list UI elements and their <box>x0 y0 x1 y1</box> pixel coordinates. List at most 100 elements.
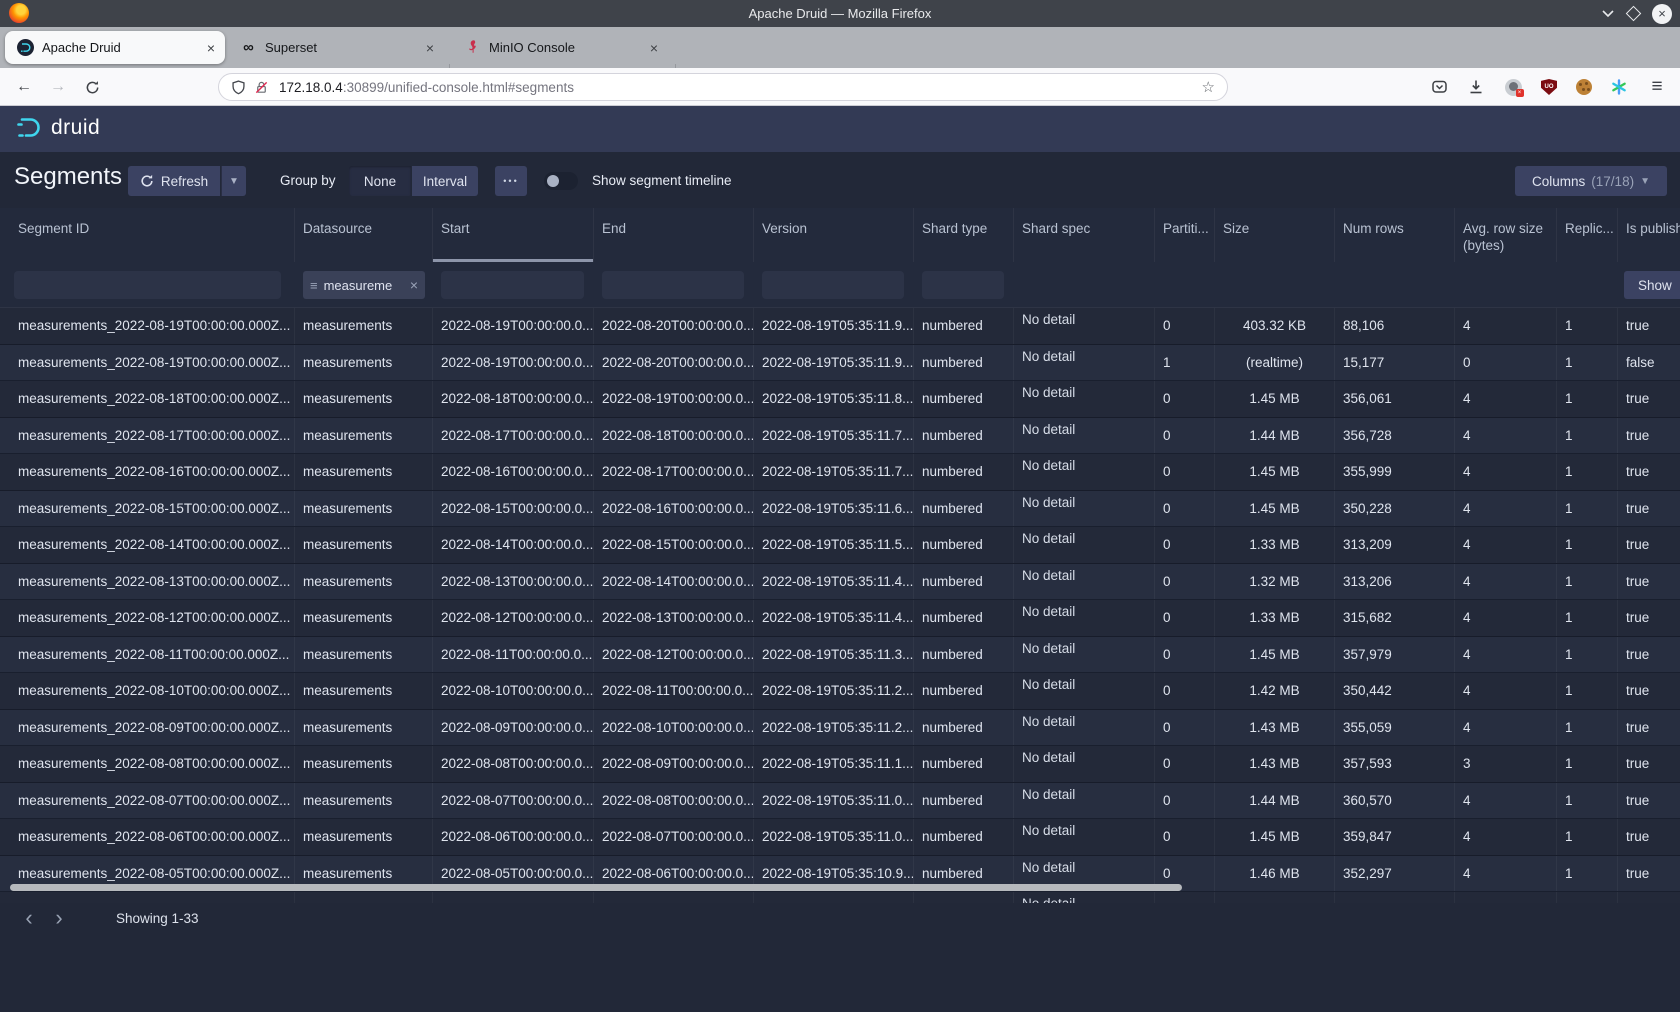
cell-avg-row-size: 4 <box>1455 381 1557 417</box>
table-row[interactable]: measurements_2022-08-19T00:00:00.000Z...… <box>0 345 1680 382</box>
tab-minio-console[interactable]: MinIO Console × <box>452 31 668 64</box>
cell-num-rows: 355,059 <box>1335 710 1455 746</box>
forward-button[interactable]: → <box>46 75 70 99</box>
cell-avg-row-size: 4 <box>1455 819 1557 855</box>
cell-start: 2022-08-06T00:00:00.0... <box>433 819 594 855</box>
table-row[interactable]: measurements_2022-08-15T00:00:00.000Z...… <box>0 491 1680 528</box>
extension-account-icon[interactable]: × <box>1502 76 1524 98</box>
cell-is-published: true <box>1618 454 1680 490</box>
table-row[interactable]: measurements_2022-08-17T00:00:00.000Z...… <box>0 418 1680 455</box>
shard-type-filter-input[interactable] <box>922 271 1004 299</box>
tab-close-icon[interactable]: × <box>426 40 434 56</box>
cell-segment-id: measurements_2022-08-17T00:00:00.000Z... <box>0 418 295 454</box>
remove-filter-icon[interactable]: × <box>410 277 418 293</box>
end-filter-input[interactable] <box>602 271 744 299</box>
downloads-icon[interactable] <box>1465 76 1487 98</box>
ublock-origin-icon[interactable]: UO <box>1538 76 1560 98</box>
cell-size: 1.42 MB <box>1215 673 1335 709</box>
is-published-filter-button[interactable]: Show <box>1624 271 1680 299</box>
window-titlebar: Apache Druid — Mozilla Firefox × <box>0 0 1680 27</box>
cell-end: 2022-08-15T00:00:00.0... <box>594 527 754 563</box>
cell-replicas: 1 <box>1557 381 1618 417</box>
reload-button[interactable] <box>80 75 104 99</box>
cell-datasource: measurements <box>295 454 433 490</box>
window-close-button[interactable]: × <box>1652 4 1672 24</box>
table-row[interactable]: measurements_2022-08-10T00:00:00.000Z...… <box>0 673 1680 710</box>
segment-timeline-toggle[interactable] <box>544 172 578 190</box>
cell-partition: 1 <box>1155 345 1215 381</box>
refresh-button[interactable]: Refresh <box>128 166 220 196</box>
cell-is-published: true <box>1618 783 1680 819</box>
cell-shard-type: numbered <box>914 819 1014 855</box>
column-header-num-rows[interactable]: Num rows <box>1335 208 1455 262</box>
column-header-end[interactable]: End <box>594 208 754 262</box>
cell-avg-row-size: 4 <box>1455 308 1557 344</box>
pocket-icon[interactable] <box>1428 76 1450 98</box>
cell-replicas: 1 <box>1557 564 1618 600</box>
colorful-asterisk-extension-icon[interactable] <box>1608 76 1630 98</box>
url-bar[interactable]: 172.18.0.4:30899/unified-console.html#se… <box>218 73 1228 101</box>
column-header-shard-spec[interactable]: Shard spec <box>1014 208 1155 262</box>
group-by-interval-button[interactable]: Interval <box>412 166 478 196</box>
url-text: 172.18.0.4:30899/unified-console.html#se… <box>279 80 1202 95</box>
cell-size: 1.43 MB <box>1215 746 1335 782</box>
horizontal-scrollbar[interactable] <box>10 884 1182 891</box>
column-header-size[interactable]: Size <box>1215 208 1335 262</box>
cookie-extension-icon[interactable] <box>1573 76 1595 98</box>
table-row[interactable]: measurements_2022-08-07T00:00:00.000Z...… <box>0 783 1680 820</box>
columns-button[interactable]: Columns (17/18) ▼ <box>1515 166 1667 196</box>
column-header-is-published[interactable]: Is published <box>1618 208 1680 262</box>
column-header-shard-type[interactable]: Shard type <box>914 208 1014 262</box>
next-page-button[interactable]: › <box>44 903 74 933</box>
tab-superset[interactable]: ∞ Superset × <box>228 31 444 64</box>
url-path: :30899/unified-console.html#segments <box>343 80 574 95</box>
cell-datasource: measurements <box>295 637 433 673</box>
bookmark-star-icon[interactable]: ☆ <box>1202 78 1215 96</box>
previous-page-button[interactable]: ‹ <box>14 903 44 933</box>
start-filter-input[interactable] <box>441 271 584 299</box>
column-header-avg-row-size[interactable]: Avg. row size (bytes) <box>1455 208 1557 262</box>
cell-end: 2022-08-20T00:00:00.0... <box>594 345 754 381</box>
segment-id-filter-input[interactable] <box>14 271 281 299</box>
back-button[interactable]: ← <box>12 75 36 99</box>
column-header-replicas[interactable]: Replic... <box>1557 208 1618 262</box>
table-row[interactable]: measurements_2022-08-18T00:00:00.000Z...… <box>0 381 1680 418</box>
column-header-partition[interactable]: Partiti... <box>1155 208 1215 262</box>
more-options-button[interactable]: ••• <box>495 166 527 196</box>
cell-version: 2022-08-19T05:35:11.7... <box>754 454 914 490</box>
cell-replicas: 1 <box>1557 345 1618 381</box>
cell-shard-spec: No detail <box>1014 746 1155 782</box>
tab-close-icon[interactable]: × <box>650 40 658 56</box>
column-header-version[interactable]: Version <box>754 208 914 262</box>
connection-not-secure-icon[interactable] <box>254 80 269 95</box>
cell-num-rows: 356,061 <box>1335 381 1455 417</box>
table-row[interactable]: measurements_2022-08-09T00:00:00.000Z...… <box>0 710 1680 747</box>
table-row[interactable]: measurements_2022-08-08T00:00:00.000Z...… <box>0 746 1680 783</box>
table-row[interactable]: measurements_2022-08-13T00:00:00.000Z...… <box>0 564 1680 601</box>
datasource-filter-chip[interactable]: ≡ measureme × <box>303 271 425 299</box>
cell-size: 1.43 MB <box>1215 710 1335 746</box>
table-row[interactable]: measurements_2022-08-11T00:00:00.000Z...… <box>0 637 1680 674</box>
tab-close-icon[interactable]: × <box>207 40 215 56</box>
shield-icon[interactable] <box>231 80 246 95</box>
cell-replicas: 1 <box>1557 856 1618 892</box>
table-row[interactable]: measurements_2022-08-12T00:00:00.000Z...… <box>0 600 1680 637</box>
column-header-segment-id[interactable]: Segment ID <box>0 208 295 262</box>
column-header-start[interactable]: Start <box>433 208 594 262</box>
table-row[interactable]: measurements_2022-08-19T00:00:00.000Z...… <box>0 308 1680 345</box>
window-minimize-button[interactable] <box>1601 9 1615 18</box>
druid-logo[interactable]: druid <box>14 115 100 141</box>
column-header-datasource[interactable]: Datasource <box>295 208 433 262</box>
menu-hamburger-icon[interactable]: ≡ <box>1646 76 1668 98</box>
version-filter-input[interactable] <box>762 271 904 299</box>
table-row[interactable]: measurements_2022-08-06T00:00:00.000Z...… <box>0 819 1680 856</box>
tab-apache-druid[interactable]: Apache Druid × <box>5 31 225 64</box>
cell-version: 2022-08-19T05:35:11.4... <box>754 600 914 636</box>
refresh-dropdown-caret[interactable]: ▼ <box>221 166 246 196</box>
table-row[interactable]: measurements_2022-08-14T00:00:00.000Z...… <box>0 527 1680 564</box>
cell-avg-row-size: 4 <box>1455 454 1557 490</box>
window-maximize-button[interactable] <box>1626 6 1642 22</box>
group-by-none-button[interactable]: None <box>349 166 411 196</box>
cell-end: 2022-08-09T00:00:00.0... <box>594 746 754 782</box>
table-row[interactable]: measurements_2022-08-16T00:00:00.000Z...… <box>0 454 1680 491</box>
